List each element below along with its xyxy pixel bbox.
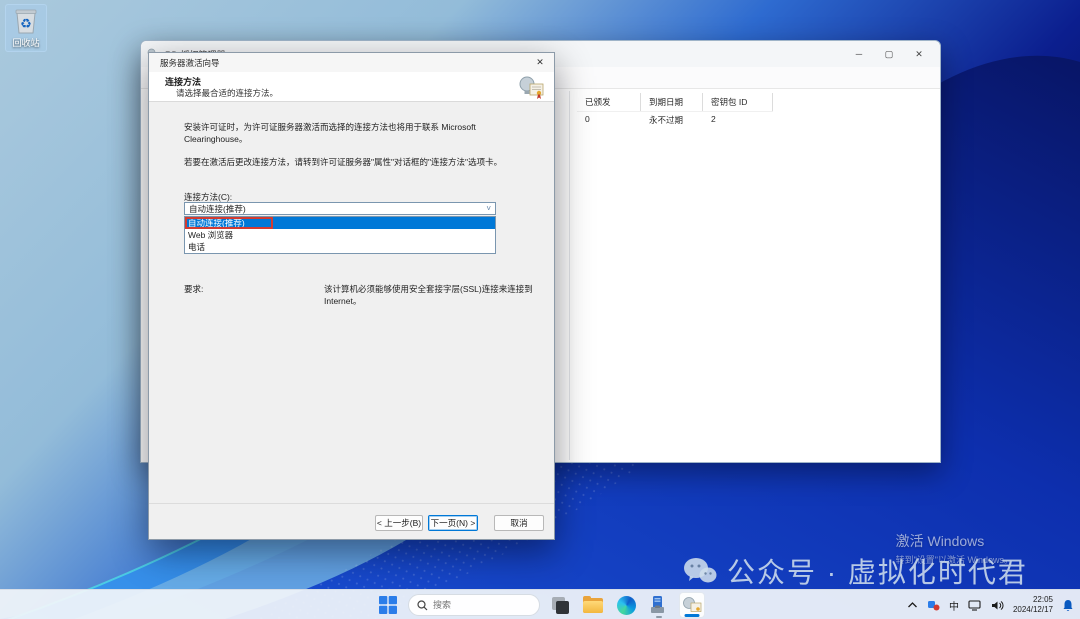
server-manager-button[interactable] (646, 592, 672, 618)
windows-logo-icon (379, 596, 397, 614)
rd-licensing-taskbar-button[interactable] (679, 592, 705, 618)
wizard-footer: < 上一步(B) 下一页(N) > 取消 (149, 503, 554, 539)
desktop: ♻ 回收站 RD 授权管理器 ─ ▢ ✕ 已颁发 到期日期 密钥包 ID (0, 0, 1080, 619)
file-explorer-button[interactable] (580, 592, 606, 618)
rd-licensing-icon (682, 596, 702, 614)
wizard-paragraph-1: 安装许可证时，为许可证服务器激活而选择的连接方法也将用于联系 Microsoft… (184, 121, 520, 146)
desktop-icon-recycle-bin[interactable]: ♻ 回收站 (5, 4, 47, 52)
wizard-titlebar[interactable]: 服务器激活向导 ✕ (149, 53, 554, 72)
wizard-close-icon[interactable]: ✕ (532, 56, 548, 70)
wizard-subheading: 请选择最合适的连接方法。 (176, 87, 278, 99)
edge-button[interactable] (613, 592, 639, 618)
license-list-row[interactable]: 0 永不过期 2 (577, 111, 773, 129)
wizard-paragraph-2: 若要在激活后更改连接方法，请转到许可证服务器"属性"对话框的"连接方法"选项卡。 (184, 156, 520, 168)
cancel-button[interactable]: 取消 (494, 515, 544, 531)
close-icon[interactable]: ✕ (904, 43, 934, 65)
license-list-header[interactable]: 已颁发 到期日期 密钥包 ID (577, 93, 773, 112)
wizard-title: 服务器激活向导 (160, 57, 220, 69)
connection-method-combobox[interactable]: 自动连接(推荐) ˅ (184, 202, 496, 215)
tray-date: 2024/12/17 (1013, 605, 1053, 615)
file-explorer-icon (583, 598, 603, 613)
requirement-text: 该计算机必须能够使用安全套接字层(SSL)连接来连接到 Internet。 (324, 283, 559, 308)
activate-line1: 激活 Windows (896, 531, 1013, 551)
tray-chevron-up-icon[interactable] (907, 601, 918, 609)
task-view-button[interactable] (547, 592, 573, 618)
option-telephone[interactable]: 电话 (185, 241, 495, 253)
next-button[interactable]: 下一页(N) > (428, 515, 478, 531)
chevron-down-icon: ˅ (486, 205, 491, 213)
branding-text: 公众号 · 虚拟化时代君 (727, 551, 1028, 591)
column-expiry[interactable]: 到期日期 (641, 93, 703, 111)
server-activation-wizard-dialog: 服务器激活向导 ✕ 连接方法 请选择最合适的连接方法。 安装许可证时，为许可证服… (148, 52, 555, 540)
column-issued[interactable]: 已颁发 (577, 93, 641, 111)
search-input[interactable] (433, 600, 523, 610)
task-view-icon (549, 594, 571, 616)
minimize-icon[interactable]: ─ (844, 43, 874, 65)
cell-expiry: 永不过期 (641, 111, 703, 129)
wechat-icon (683, 556, 717, 586)
option-web-browser[interactable]: Web 浏览器 (185, 229, 495, 241)
tray-status-icon[interactable] (927, 599, 940, 611)
requirement-label: 要求: (184, 283, 203, 295)
volume-icon[interactable] (991, 600, 1004, 611)
connection-method-dropdown-list: 自动连接(推荐) Web 浏览器 电话 (184, 216, 496, 254)
active-indicator (685, 614, 700, 617)
recycle-bin-icon: ♻ (13, 7, 39, 35)
search-icon (417, 600, 428, 611)
tray-clock[interactable]: 22:05 2024/12/17 (1013, 595, 1053, 615)
svg-text:♻: ♻ (20, 16, 32, 31)
taskbar-search[interactable] (408, 594, 540, 616)
wizard-header: 连接方法 请选择最合适的连接方法。 (149, 72, 554, 102)
recycle-bin-label: 回收站 (12, 36, 39, 49)
branding-watermark: 公众号 · 虚拟化时代君 (683, 551, 1028, 591)
edge-icon (617, 596, 636, 615)
notification-bell-icon[interactable] (1062, 599, 1074, 612)
column-keypack-id[interactable]: 密钥包 ID (703, 93, 773, 111)
tree-list-divider (569, 91, 570, 460)
cell-issued: 0 (577, 111, 641, 129)
combobox-value: 自动连接(推荐) (189, 203, 246, 215)
option-auto-connect[interactable]: 自动连接(推荐) (185, 217, 495, 229)
network-icon[interactable] (968, 600, 982, 611)
start-button[interactable] (375, 592, 401, 618)
ime-indicator[interactable]: 中 (949, 598, 959, 613)
taskbar: 中 22:05 2024/12/17 (0, 589, 1080, 619)
maximize-icon[interactable]: ▢ (874, 43, 904, 65)
wizard-certificate-icon (518, 75, 546, 100)
running-indicator (656, 616, 662, 619)
tray-time: 22:05 (1013, 595, 1053, 605)
server-icon (649, 596, 669, 614)
back-button[interactable]: < 上一步(B) (375, 515, 423, 531)
cell-keypack-id: 2 (703, 111, 773, 129)
